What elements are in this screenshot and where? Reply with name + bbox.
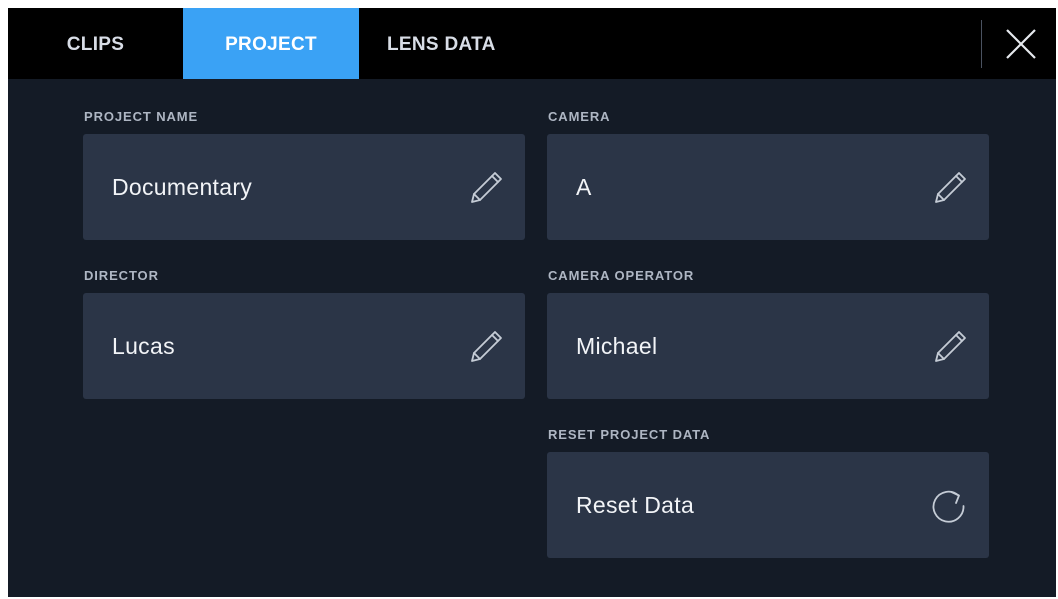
camera-value: A [576,174,592,200]
pencil-icon [471,331,502,362]
camera-operator-field[interactable]: Michael [547,293,989,399]
camera-operator-value: Michael [576,333,658,359]
camera-label: CAMERA [548,109,611,124]
tab-lens-data[interactable]: LENS DATA [359,8,555,79]
close-divider [981,20,982,68]
pencil-icon [935,331,966,362]
camera-operator-label: CAMERA OPERATOR [548,268,695,283]
director-label: DIRECTOR [84,268,159,283]
director-value: Lucas [112,333,175,359]
project-name-label: PROJECT NAME [84,109,199,124]
tab-clips[interactable]: CLIPS [8,8,183,79]
pencil-icon [935,172,966,203]
close-icon [1006,29,1036,59]
project-name-field[interactable]: Documentary [83,134,525,240]
camera-field[interactable]: A [547,134,989,240]
project-name-value: Documentary [112,174,253,200]
reset-data-button[interactable]: Reset Data [547,452,989,558]
project-settings-panel: CLIPS PROJECT LENS DATA PROJECT NAME Doc… [8,8,1056,597]
reset-project-data-label: RESET PROJECT DATA [548,427,711,442]
reset-data-label: Reset Data [576,492,695,518]
tab-project[interactable]: PROJECT [183,8,359,79]
tab-bar: CLIPS PROJECT LENS DATA [8,8,1056,79]
director-field[interactable]: Lucas [83,293,525,399]
pencil-icon [471,172,502,203]
reset-icon [932,490,965,523]
close-button[interactable] [1001,24,1041,64]
